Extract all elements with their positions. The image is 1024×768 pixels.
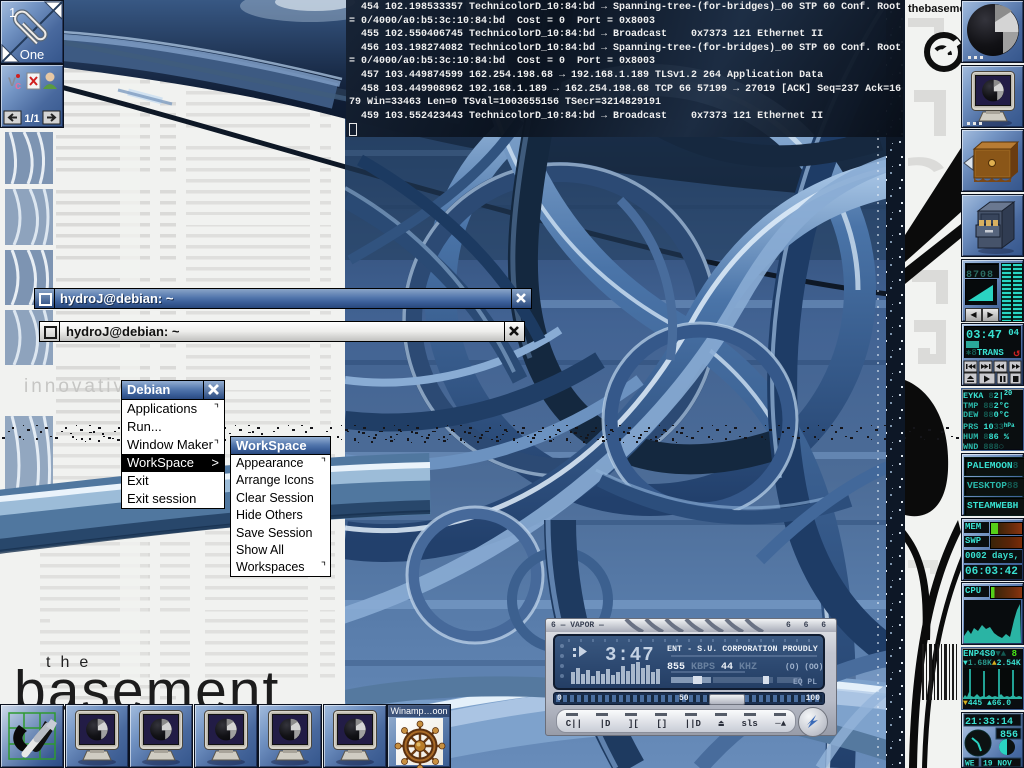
svg-text:21:33:14: 21:33:14 xyxy=(965,717,1013,728)
svg-text:ENT - S.U. CORPORATION PROUDLY: ENT - S.U. CORPORATION PROUDLY xyxy=(667,644,819,654)
svg-text:1: 1 xyxy=(9,5,16,20)
svg-text:WE: WE xyxy=(965,760,975,768)
svg-text:One: One xyxy=(20,47,45,62)
svg-text:c: c xyxy=(15,80,21,92)
svg-text:1/1: 1/1 xyxy=(24,113,39,125)
svg-text:(O) (OO): (O) (OO) xyxy=(785,663,823,672)
svg-text:EQ PL: EQ PL xyxy=(793,678,817,687)
svg-text:3:47: 3:47 xyxy=(605,644,655,666)
svg-text:19 NOV: 19 NOV xyxy=(983,760,1012,768)
svg-text:855 KBPS 44 KHZ: 855 KBPS 44 KHZ xyxy=(667,662,757,673)
